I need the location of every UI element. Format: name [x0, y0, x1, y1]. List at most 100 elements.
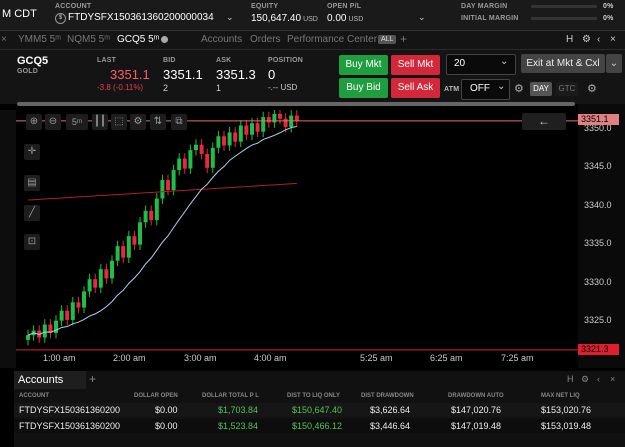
copy-chart-icon[interactable]: ⧉ — [171, 114, 187, 130]
last-value: 3351.1 — [110, 67, 150, 82]
tif-day-button[interactable]: DAY — [530, 82, 552, 96]
zoom-in-icon[interactable]: ⊕ — [26, 114, 42, 130]
last-change: -3.8 (-0.11%) — [97, 83, 144, 92]
openpl-label: OPEN P/L — [327, 3, 362, 10]
candle-body — [143, 210, 148, 223]
crosshair-icon[interactable]: ✛ — [24, 144, 40, 160]
candle-body — [65, 310, 70, 320]
col-max-net-liq[interactable]: MAX NET LIQ — [541, 393, 580, 399]
y-tick: 3340.0 — [584, 200, 612, 210]
tab-status-dot-icon — [161, 36, 168, 43]
add-panel-icon[interactable]: + — [89, 372, 96, 386]
tab-all-badge[interactable]: ALL — [378, 35, 397, 44]
col-dist-drawdown[interactable]: DIST DRAWDOWN — [361, 393, 414, 399]
last-price-marker: 3351.1 — [578, 114, 619, 125]
lock-icon[interactable]: ⊡ — [24, 234, 40, 250]
close-icon[interactable]: × — [610, 34, 616, 45]
notes-icon[interactable]: ▤ — [24, 175, 40, 191]
order-settings-icon[interactable]: ⚙ — [587, 82, 597, 95]
candle-body — [70, 302, 75, 320]
close-icon[interactable]: × — [610, 374, 615, 384]
tab-accounts[interactable]: Accounts — [201, 34, 242, 45]
chevron-left-icon[interactable]: ‹ — [597, 34, 600, 45]
tab-orders[interactable]: Orders — [250, 34, 281, 45]
symbol-name: GOLD — [17, 68, 39, 75]
candle-body — [227, 132, 232, 146]
accounts-tab[interactable]: Accounts — [14, 371, 86, 389]
tab-ymm5[interactable]: YMM5 5ᵐ — [18, 34, 61, 45]
scroll-to-latest-icon[interactable]: ← — [522, 113, 566, 130]
y-tick: 3345.0 — [584, 161, 612, 171]
chevron-left-icon[interactable]: ‹ — [597, 374, 600, 384]
sell-mkt-button[interactable]: Sell Mkt — [391, 55, 440, 75]
tab-gcq5[interactable]: GCQ5 5ᵐ — [117, 34, 159, 45]
candle-body — [216, 136, 221, 148]
tab-bar: × YMM5 5ᵐ NQM5 5ᵐ GCQ5 5ᵐ Accounts Order… — [0, 31, 625, 50]
x-tick: 1:00 am — [43, 353, 76, 363]
initial-margin-value: 0% — [603, 15, 614, 22]
quantity-input[interactable]: 20 ⌄ — [446, 54, 516, 75]
day-margin-label: DAY MARGIN — [461, 3, 508, 10]
price-chart[interactable] — [16, 110, 578, 368]
ask-size: 1 — [216, 83, 222, 93]
x-tick: 7:25 am — [501, 353, 534, 363]
openpl-value: 0.00 USD — [327, 13, 364, 24]
exit-dropdown-icon[interactable]: ⌄ — [606, 54, 622, 73]
top-header: M CDT ACCOUNT $ FTDYSFX15036136020000003… — [0, 0, 625, 31]
ask-value: 3351.3 — [216, 67, 256, 82]
col-drawdown-auto[interactable]: DRAWDOWN AUTO — [448, 393, 504, 399]
candle-body — [283, 118, 288, 128]
candle-type-icon[interactable]: ┃┃ — [92, 114, 108, 130]
candle-body — [138, 222, 142, 245]
select-region-icon[interactable]: ⬚ — [111, 114, 127, 130]
candle-body — [154, 198, 159, 221]
atm-select[interactable]: OFF ⌄ — [461, 79, 510, 100]
tif-gtc-button[interactable]: GTC — [556, 82, 578, 96]
buy-mkt-button[interactable]: Buy Mkt — [339, 55, 388, 75]
h-label[interactable]: H — [566, 34, 573, 45]
candle-body — [294, 115, 299, 121]
col-dollar-open[interactable]: DOLLAR OPEN — [134, 393, 178, 399]
chart-settings-icon[interactable]: ⚙ — [130, 114, 146, 130]
cell-drawdown-auto: $147,019.48 — [451, 421, 502, 431]
tab-close-icon[interactable]: × — [1, 34, 7, 45]
interval-button[interactable]: 5ᵐ — [66, 114, 88, 130]
candle-body — [278, 114, 282, 119]
candle-body — [194, 144, 198, 151]
atm-value: OFF — [470, 83, 490, 94]
account-id: FTDYSFX150361360200000034 — [68, 12, 214, 23]
col-dollar-total-pl[interactable]: DOLLAR TOTAL P L — [202, 393, 259, 399]
candle-body — [82, 291, 86, 308]
cell-account: FTDYSFX150361360200 — [19, 421, 121, 431]
candle-body — [104, 269, 109, 279]
low-price-marker: 3321.3 — [578, 344, 619, 355]
cell-dist-drawdown: $3,626.64 — [370, 405, 411, 415]
gear-icon[interactable]: ⚙ — [581, 374, 589, 385]
candle-body — [266, 117, 271, 123]
add-tab-icon[interactable]: + — [400, 32, 407, 46]
exit-at-mkt-button[interactable]: Exit at Mkt & Cxl — [521, 54, 605, 73]
h-label[interactable]: H — [567, 374, 574, 384]
openpl-dropdown-icon[interactable]: ⌄ — [418, 12, 426, 23]
indicators-icon[interactable]: ⇅ — [150, 114, 166, 130]
candle-body — [110, 260, 114, 279]
tab-nqm5[interactable]: NQM5 5ᵐ — [67, 34, 110, 45]
timezone-label: M CDT — [2, 8, 37, 20]
candle-body — [233, 132, 238, 142]
account-dropdown-icon[interactable]: ⌄ — [226, 12, 234, 23]
cell-dist-drawdown: $3,446.64 — [370, 421, 411, 431]
atm-settings-icon[interactable]: ⚙ — [514, 82, 524, 95]
tab-performance-center[interactable]: Performance Center — [287, 34, 377, 45]
cell-max-net-liq: $153,019.48 — [541, 421, 592, 431]
buy-bid-button[interactable]: Buy Bid — [339, 78, 388, 98]
gear-icon[interactable]: ⚙ — [582, 34, 591, 45]
chart-scrollbar[interactable] — [17, 102, 575, 106]
zoom-out-icon[interactable]: ⊖ — [45, 114, 61, 130]
col-dist-to-liq[interactable]: DIST TO LIQ ONLY — [287, 393, 340, 399]
draw-line-icon[interactable]: ╱ — [24, 205, 40, 221]
candle-body — [255, 123, 260, 132]
col-account[interactable]: ACCOUNT — [19, 393, 49, 399]
position-label: POSITION — [268, 57, 304, 64]
sell-ask-button[interactable]: Sell Ask — [391, 78, 440, 98]
price-axis — [578, 104, 625, 368]
